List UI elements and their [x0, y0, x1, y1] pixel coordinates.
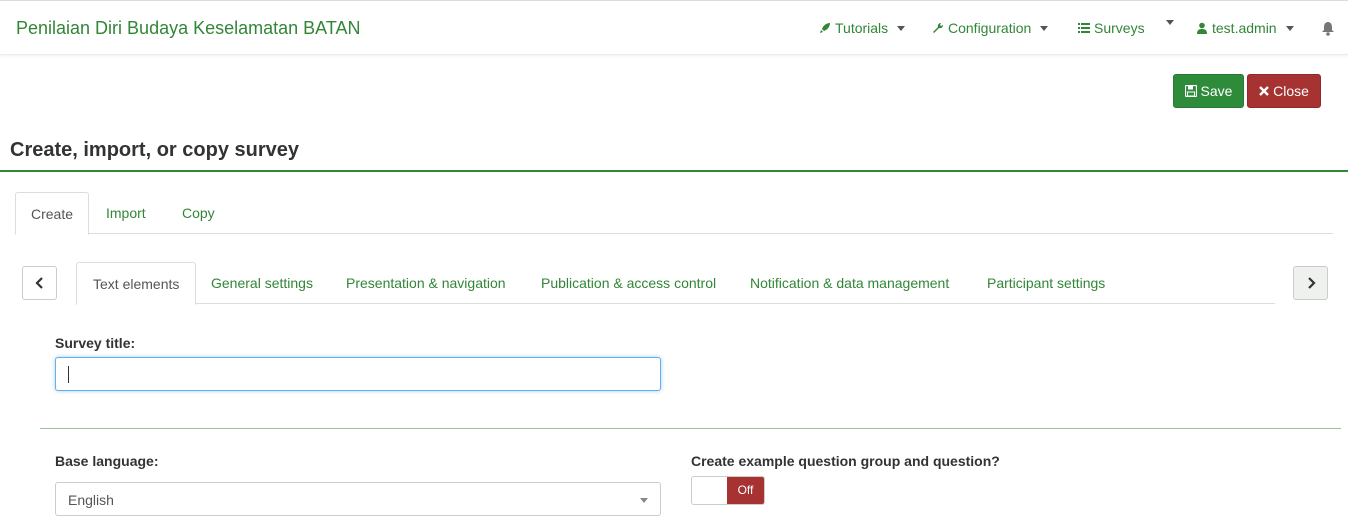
close-button-label: Close	[1273, 83, 1309, 99]
close-button[interactable]: Close	[1247, 74, 1321, 108]
subtab-presentation-navigation[interactable]: Presentation & navigation	[330, 262, 522, 304]
survey-title-input[interactable]	[55, 357, 661, 391]
chevron-left-icon	[34, 277, 43, 289]
nav-surveys-label: Surveys	[1094, 20, 1145, 36]
nav-configuration[interactable]: Configuration	[932, 20, 1049, 36]
example-group-label: Create example question group and questi…	[691, 453, 1000, 469]
chevron-down-icon	[1166, 20, 1174, 25]
chevron-down-icon	[1040, 25, 1049, 31]
tab-import[interactable]: Import	[91, 192, 161, 234]
subtab-participant-settings[interactable]: Participant settings	[971, 262, 1121, 304]
base-language-value: English	[68, 492, 114, 508]
chevron-down-icon	[640, 498, 648, 503]
subtab-notification-data[interactable]: Notification & data management	[734, 262, 965, 304]
wrench-icon	[933, 22, 944, 33]
nav-user[interactable]: test.admin	[1196, 20, 1294, 36]
subtab-general-settings[interactable]: General settings	[195, 262, 329, 304]
subtab-text-elements[interactable]: Text elements	[76, 262, 197, 305]
text-cursor	[68, 366, 69, 383]
page-title: Create, import, or copy survey	[10, 139, 299, 161]
save-button[interactable]: Save	[1173, 74, 1244, 108]
example-group-toggle[interactable]: Off	[691, 476, 765, 505]
base-language-select[interactable]: English	[55, 482, 661, 516]
nav-user-label: test.admin	[1212, 20, 1277, 36]
nav-configuration-label: Configuration	[948, 20, 1032, 36]
top-navbar: Penilaian Diri Budaya Keselamatan BATAN …	[0, 0, 1348, 55]
subtab-publication-access[interactable]: Publication & access control	[525, 262, 732, 304]
tab-create[interactable]: Create	[15, 192, 90, 235]
scroll-tabs-right-button[interactable]	[1293, 266, 1328, 300]
app-title[interactable]: Penilaian Diri Budaya Keselamatan BATAN	[16, 18, 361, 39]
title-divider	[0, 170, 1348, 172]
save-button-label: Save	[1200, 83, 1233, 99]
chevron-down-icon	[897, 25, 906, 31]
chevron-down-icon	[1285, 25, 1294, 31]
close-icon	[1259, 86, 1269, 96]
user-icon	[1197, 22, 1207, 34]
section-divider	[40, 428, 1341, 429]
nav-tutorials-label: Tutorials	[835, 20, 889, 36]
survey-action-tabs: Create Import Copy	[15, 192, 1333, 235]
nav-tutorials[interactable]: Tutorials	[819, 20, 906, 36]
scroll-tabs-left-button[interactable]	[22, 266, 57, 300]
nav-surveys-dropdown[interactable]	[1161, 20, 1174, 25]
toggle-off-state: Off	[727, 477, 764, 504]
survey-title-label: Survey title:	[55, 335, 136, 351]
bell-icon[interactable]	[1321, 21, 1335, 36]
settings-subtabs: Text elements General settings Presentat…	[76, 262, 1275, 305]
floppy-disk-icon	[1184, 85, 1197, 97]
list-icon	[1078, 23, 1090, 33]
chevron-right-icon	[1307, 277, 1316, 289]
base-language-label: Base language:	[55, 453, 159, 469]
nav-surveys[interactable]: Surveys	[1078, 20, 1145, 36]
tab-copy[interactable]: Copy	[167, 192, 230, 234]
rocket-icon	[820, 23, 830, 33]
